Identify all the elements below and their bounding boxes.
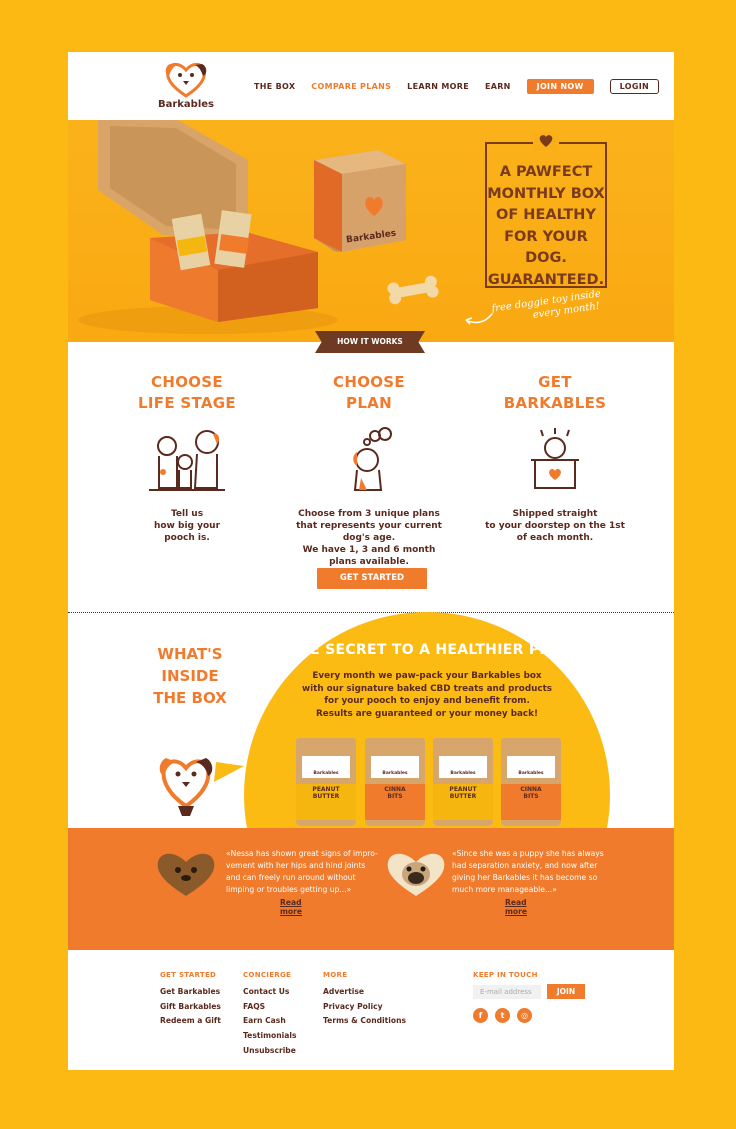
footer-link[interactable]: Testimonials <box>243 1029 296 1044</box>
hero-banner: Barkables A PAWFECT MONTHLY BOX OF HEALT… <box>68 120 674 342</box>
step-life-stage: CHOOSE LIFE STAGE Tell us how big your po… <box>102 372 272 544</box>
secret-body: Every month we paw-pack your Barkables b… <box>301 671 553 719</box>
thinking-dog-icon <box>353 427 392 491</box>
footer-join-button[interactable]: JOIN <box>547 984 585 999</box>
step-get-barkables: GET BARKABLES Shipped straight to your do… <box>470 372 640 544</box>
how-it-works-tag: HOW IT WORKS <box>315 331 425 353</box>
instagram-icon[interactable]: ◎ <box>517 1008 532 1023</box>
logo[interactable]: Barkables <box>155 60 217 110</box>
step-title: CHOOSE LIFE STAGE <box>138 373 236 412</box>
product-bag: Barkables PEANUT BUTTER <box>433 738 493 826</box>
join-now-button[interactable]: JOIN NOW <box>526 79 594 94</box>
logo-text: Barkables <box>157 99 215 110</box>
hero-headline: A PAWFECT MONTHLY BOX OF HEALTHY FOR YOU… <box>487 164 605 288</box>
read-more-link[interactable]: Read more <box>280 898 302 916</box>
bag-brand: Barkables <box>450 771 476 776</box>
product-bag: Barkables CINNA BITS <box>501 738 561 826</box>
nav-the-box[interactable]: THE BOX <box>254 82 295 91</box>
header: Barkables THE BOX COMPARE PLANS LEARN MO… <box>68 52 674 120</box>
footer-link[interactable]: Terms & Conditions <box>323 1014 406 1029</box>
arrow-icon <box>465 313 493 325</box>
step-description: Choose from 3 unique plans that represen… <box>296 509 442 567</box>
read-more-link[interactable]: Read more <box>505 898 527 916</box>
product-bag: Barkables CINNA BITS <box>365 738 425 826</box>
login-button[interactable]: LOGIN <box>609 79 659 94</box>
footer-col-concierge: CONCIERGE Contact Us FAQS Earn Cash Test… <box>243 968 296 1059</box>
testimonial-text: «Nessa has shown great signs of impro- v… <box>226 849 378 894</box>
bag-brand: Barkables <box>313 771 339 776</box>
footer-link[interactable]: Contact Us <box>243 985 296 1000</box>
dog-in-box-icon <box>531 428 579 489</box>
footer-link[interactable]: Earn Cash <box>243 1014 296 1029</box>
twitter-icon[interactable]: t <box>495 1008 510 1023</box>
step-title: CHOOSE PLAN <box>333 373 405 412</box>
footer-link[interactable]: FAQS <box>243 1000 296 1015</box>
step-title: GET BARKABLES <box>503 373 607 412</box>
email-input[interactable]: E-mail address <box>473 985 541 999</box>
heart-icon <box>533 132 559 151</box>
testimonials: «Nessa has shown great signs of impro- v… <box>68 828 674 950</box>
footer-link[interactable]: Privacy Policy <box>323 1000 406 1015</box>
footer-link[interactable]: Unsubscribe <box>243 1044 296 1059</box>
footer-link[interactable]: Get Barkables <box>160 985 221 1000</box>
free-toy-note: free doggie toy inside every month! <box>490 288 602 321</box>
nav-learn-more[interactable]: LEARN MORE <box>407 82 469 91</box>
step-description: Shipped straight to your doorstep on the… <box>485 509 625 543</box>
pug-photo-icon <box>387 853 445 896</box>
page: Barkables THE BOX COMPARE PLANS LEARN MO… <box>68 52 674 1070</box>
bag-name: PEANUT BUTTER <box>312 786 340 800</box>
product-bag: Barkables PEANUT BUTTER <box>296 738 356 826</box>
step-plan: CHOOSE PLAN Choose from 3 unique plans th… <box>284 372 454 568</box>
footer-link[interactable]: Gift Barkables <box>160 1000 221 1015</box>
bag-name: CINNA BITS <box>520 786 542 800</box>
footer: GET STARTED Get Barkables Gift Barkables… <box>68 950 674 1070</box>
dog-heart-mascot-icon <box>159 758 244 816</box>
bag-brand: Barkables <box>518 771 544 776</box>
nav-compare-plans[interactable]: COMPARE PLANS <box>311 82 391 91</box>
dogs-family-icon <box>149 430 225 491</box>
boxes-image <box>78 120 439 334</box>
nav-earn[interactable]: EARN <box>485 82 511 91</box>
bag-name: CINNA BITS <box>384 786 406 800</box>
footer-link[interactable]: Advertise <box>323 985 406 1000</box>
bag-name: PEANUT BUTTER <box>449 786 477 800</box>
footer-col-get-started: GET STARTED Get Barkables Gift Barkables… <box>160 968 221 1029</box>
bag-brand: Barkables <box>382 771 408 776</box>
testimonial-text: «Since she was a puppy she has always ha… <box>452 849 604 894</box>
dog-heart-logo-icon <box>165 62 207 98</box>
hero-headline-frame: A PAWFECT MONTHLY BOX OF HEALTHY FOR YOU… <box>485 132 607 288</box>
dog-photo-icon <box>157 853 215 896</box>
footer-link[interactable]: Redeem a Gift <box>160 1014 221 1029</box>
footer-col-more: MORE Advertise Privacy Policy Terms & Co… <box>323 968 406 1029</box>
main-nav: THE BOX COMPARE PLANS LEARN MORE EARN JO… <box>254 79 659 94</box>
section-divider <box>68 612 674 613</box>
footer-col-keep-in-touch: KEEP IN TOUCH <box>473 971 538 979</box>
facebook-icon[interactable]: f <box>473 1008 488 1023</box>
get-started-button[interactable]: GET STARTED <box>317 568 427 589</box>
step-description: Tell us how big your pooch is. <box>153 509 221 543</box>
secret-title: THE SECRET TO A HEALTHIER PET! <box>288 642 566 658</box>
whats-inside-title: WHAT'S INSIDE THE BOX <box>153 645 227 707</box>
